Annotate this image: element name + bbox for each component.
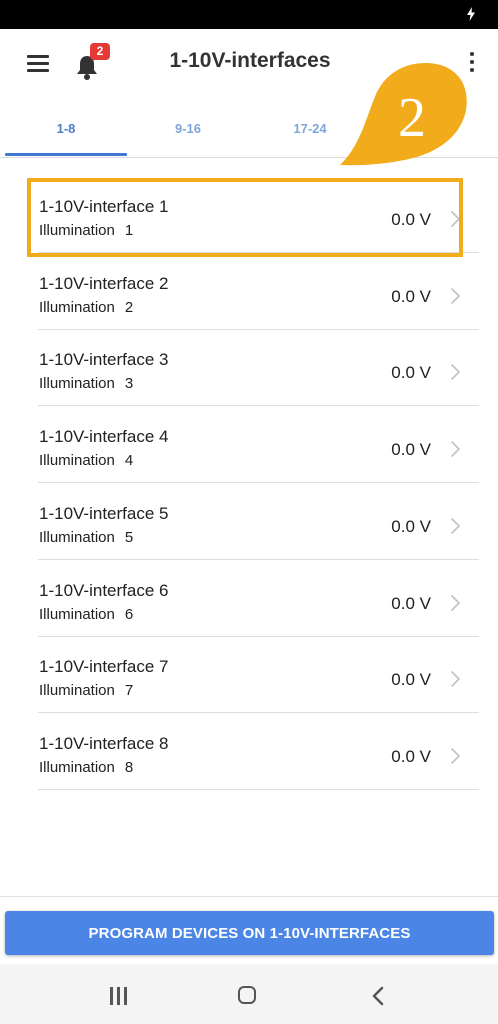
system-nav-bar bbox=[0, 964, 498, 1024]
list-item[interactable]: 1-10V-interface 6 Illumination 6 0.0 V bbox=[38, 560, 479, 637]
interface-name: 1-10V-interface 8 bbox=[39, 733, 169, 753]
program-devices-button[interactable]: PROGRAM DEVICES ON 1-10V-INTERFACES bbox=[5, 911, 494, 955]
interface-type: Illumination 3 bbox=[39, 375, 133, 392]
interface-type-label: Illumination bbox=[39, 222, 115, 239]
interface-type: Illumination 5 bbox=[39, 529, 133, 546]
interface-type-number: 2 bbox=[124, 298, 134, 316]
interface-type: Illumination 4 bbox=[39, 452, 133, 469]
interface-type-number: 5 bbox=[124, 528, 134, 546]
chevron-right-icon bbox=[451, 517, 460, 534]
chevron-right-icon bbox=[451, 747, 460, 764]
interface-type: Illumination 6 bbox=[39, 606, 133, 623]
list-item[interactable]: 1-10V-interface 1 Illumination 1 0.0 V bbox=[38, 176, 479, 253]
interface-type-label: Illumination bbox=[39, 605, 115, 623]
list-item[interactable]: 1-10V-interface 7 Illumination 7 0.0 V bbox=[38, 636, 479, 714]
status-bar bbox=[0, 0, 498, 29]
charging-icon bbox=[467, 7, 475, 21]
list-item[interactable]: 1-10V-interface 3 Illumination 3 0.0 V bbox=[38, 329, 479, 407]
interface-type-number: 6 bbox=[124, 605, 134, 623]
interface-value: 0.0 V bbox=[391, 593, 431, 613]
interface-type-label: Illumination bbox=[39, 298, 115, 316]
step-callout: 2 bbox=[340, 63, 467, 166]
interface-type-label: Illumination bbox=[39, 758, 115, 776]
recent-apps-icon[interactable] bbox=[108, 987, 130, 1005]
interface-type-label: Illumination bbox=[39, 452, 115, 470]
interface-type: Illumination 8 bbox=[39, 759, 133, 776]
interface-value: 0.0 V bbox=[391, 286, 431, 306]
chevron-right-icon bbox=[451, 211, 460, 227]
interface-value: 0.0 V bbox=[391, 440, 431, 460]
interface-type: Illumination 1 bbox=[39, 222, 133, 239]
interface-value: 0.0 V bbox=[391, 670, 431, 690]
interface-name: 1-10V-interface 2 bbox=[39, 273, 169, 293]
interface-value: 0.0 V bbox=[391, 363, 431, 383]
interface-type-number: 1 bbox=[124, 222, 134, 239]
chevron-right-icon bbox=[451, 594, 460, 611]
interface-name: 1-10V-interface 4 bbox=[39, 427, 169, 447]
bottom-action-area: PROGRAM DEVICES ON 1-10V-INTERFACES bbox=[0, 896, 498, 965]
interface-type-label: Illumination bbox=[39, 682, 115, 700]
interface-type-label: Illumination bbox=[39, 375, 115, 393]
interface-name: 1-10V-interface 3 bbox=[39, 350, 169, 370]
interface-type-number: 3 bbox=[124, 375, 134, 393]
interface-name: 1-10V-interface 6 bbox=[39, 580, 169, 600]
interface-name: 1-10V-interface 1 bbox=[39, 197, 169, 216]
interface-type: Illumination 7 bbox=[39, 682, 133, 699]
tab-1-8[interactable]: 1-8 bbox=[5, 97, 127, 157]
list-item[interactable]: 1-10V-interface 4 Illumination 4 0.0 V bbox=[38, 406, 479, 484]
interface-value: 0.0 V bbox=[391, 516, 431, 536]
home-icon[interactable] bbox=[238, 986, 256, 1004]
interface-type: Illumination 2 bbox=[39, 299, 133, 316]
interface-name: 1-10V-interface 7 bbox=[39, 657, 169, 677]
list-item[interactable]: 1-10V-interface 2 Illumination 2 0.0 V bbox=[38, 253, 479, 330]
interface-value: 0.0 V bbox=[391, 746, 431, 766]
interface-type-label: Illumination bbox=[39, 528, 115, 546]
tab-9-16[interactable]: 9-16 bbox=[127, 97, 249, 157]
interface-type-number: 8 bbox=[124, 758, 134, 776]
active-tab-indicator bbox=[5, 153, 127, 156]
hamburger-menu-icon[interactable] bbox=[22, 49, 54, 77]
step-number: 2 bbox=[398, 87, 426, 149]
chevron-right-icon bbox=[451, 364, 460, 381]
chevron-right-icon bbox=[451, 671, 460, 688]
interface-type-number: 4 bbox=[124, 452, 134, 470]
chevron-right-icon bbox=[451, 441, 460, 457]
list-item[interactable]: 1-10V-interface 8 Illumination 8 0.0 V bbox=[38, 713, 479, 790]
interface-type-number: 7 bbox=[124, 682, 134, 700]
notification-badge: 2 bbox=[90, 43, 110, 60]
interface-value: 0.0 V bbox=[391, 210, 431, 229]
back-icon[interactable] bbox=[370, 985, 386, 1007]
interface-name: 1-10V-interface 5 bbox=[39, 503, 169, 523]
chevron-right-icon bbox=[451, 287, 460, 304]
list-item[interactable]: 1-10V-interface 5 Illumination 5 0.0 V bbox=[38, 483, 479, 560]
notifications-button[interactable]: 2 bbox=[72, 43, 110, 81]
